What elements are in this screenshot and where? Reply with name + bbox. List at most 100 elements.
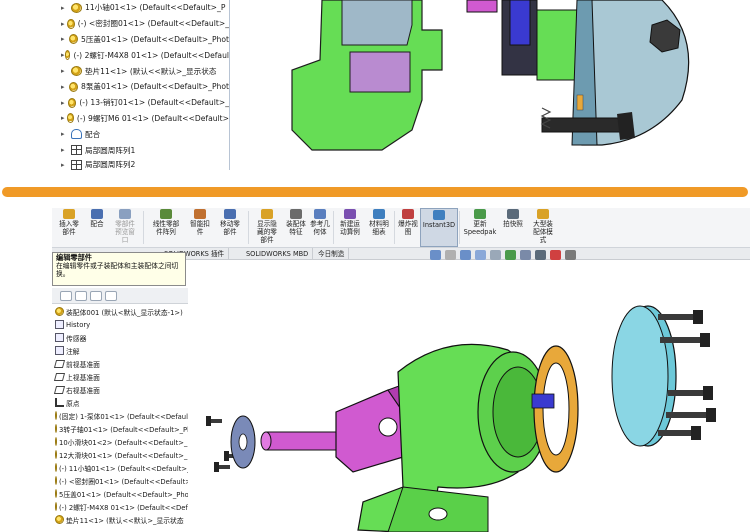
- section-view: [291, 0, 690, 151]
- tree-item[interactable]: 5压盖01<1> (Default<<Default>_Phot: [52, 487, 188, 500]
- tree-item[interactable]: (-) 11小轴01<1> (Default<<Default>_F: [52, 461, 188, 474]
- view-tool-icon[interactable]: [505, 250, 516, 260]
- tree-item[interactable]: 传感器: [52, 331, 188, 344]
- view-tool-icon[interactable]: [445, 250, 456, 260]
- view-tool-icon[interactable]: [490, 250, 501, 260]
- ribbon-button[interactable]: 新建运 动算例: [335, 208, 365, 247]
- tree-item-label: (-) 2螺钉-M4X8 01<1> (Default<<Defa: [59, 503, 188, 512]
- gear-icon: [55, 502, 57, 511]
- tree-item[interactable]: 原点: [52, 396, 188, 409]
- tree-item-label: (-) 2螺钉-M4X8 01<1> (Default<<Defaul: [73, 50, 229, 60]
- ribbon-label: 参考几 何体: [310, 220, 330, 236]
- tree-item-label: 局部圆周阵列2: [85, 160, 136, 170]
- tree-item[interactable]: 3转子轴01<1> (Default<<Default>_Ph: [52, 422, 188, 435]
- gear-icon: [68, 97, 77, 108]
- view-tool-icon[interactable]: [430, 250, 441, 260]
- tree-item[interactable]: 前视基准面: [52, 357, 188, 370]
- ribbon-button[interactable]: 材料明 细表: [365, 208, 393, 247]
- tree-item[interactable]: ▸ (-) 13-销钉01<1> (Default<<Default>_: [55, 95, 229, 111]
- expand-caret-icon[interactable]: ▸: [61, 99, 68, 107]
- ribbon-button[interactable]: 装配体 特征: [284, 208, 308, 247]
- ribbon-button[interactable]: 零部件 预览窗 口: [108, 208, 142, 247]
- tree-item[interactable]: 10小滑块01<2> (Default<<Default>_P: [52, 435, 188, 448]
- solidworks-window: 插入零 部件 配合 零部件 预览窗 口 线性零部 件阵列 智能扣 件移动零 部件 显示隐 …: [52, 208, 750, 532]
- tree-item[interactable]: ▸ 局部圆周阵列2: [55, 158, 229, 170]
- tree-item[interactable]: (-) 2螺钉-M4X8 01<1> (Default<<Defa: [52, 500, 188, 513]
- ribbon-button[interactable]: 大型装 配体模 式: [527, 208, 559, 247]
- ribbon-icon: [224, 209, 236, 219]
- tree-item[interactable]: 垫片11<1> (默认<<默认>_显示状态: [52, 513, 188, 526]
- page: ▸ 11小轴01<1> (Default<<Default>_P ▸ (-) <密封圈…: [0, 0, 750, 532]
- graphics-area[interactable]: [188, 262, 750, 532]
- ribbon-button[interactable]: 爆炸视 图: [396, 208, 420, 247]
- feature-tree-tab-icon[interactable]: [60, 290, 72, 301]
- property-tab-icon[interactable]: [75, 290, 87, 301]
- ribbon-button[interactable]: 拍快照: [499, 208, 527, 247]
- command-tab[interactable]: 今日制造: [314, 248, 350, 260]
- tree-item-label: 配合: [85, 129, 101, 139]
- ribbon-button[interactable]: 参考几 何体: [308, 208, 332, 247]
- gear-icon: [71, 66, 82, 77]
- tree-item-label: 前视基准面: [66, 360, 100, 369]
- view-tool-icon[interactable]: [535, 250, 546, 260]
- ribbon-button[interactable]: 更新 Speedpak: [461, 208, 499, 247]
- tree-item[interactable]: ▸ 11小轴01<1> (Default<<Default>_P: [55, 0, 229, 16]
- view-tool-icon[interactable]: [460, 250, 471, 260]
- ribbon-icon: [507, 209, 519, 219]
- expand-caret-icon[interactable]: ▸: [61, 83, 69, 91]
- view-tool-icon[interactable]: [520, 250, 531, 260]
- tree-root-assembly[interactable]: 装配体001 (默认<默认_显示状态-1>): [52, 305, 188, 318]
- tree-item[interactable]: ▸ 5压盖01<1> (Default<<Default>_Phot: [55, 32, 229, 48]
- tree-item[interactable]: (固定) 1-泵体01<1> (Default<<Default: [52, 409, 188, 422]
- tree-item[interactable]: ▸ (-) <密封圈01<1> (Default<<Default>_: [55, 16, 229, 32]
- view-tool-icon[interactable]: [550, 250, 561, 260]
- tree-item[interactable]: ▸ 配合: [55, 126, 229, 142]
- expand-caret-icon[interactable]: ▸: [61, 114, 67, 122]
- gear-icon: [55, 411, 57, 420]
- dimxpert-tab-icon[interactable]: [105, 290, 117, 301]
- tree-item[interactable]: 上视基准面: [52, 370, 188, 383]
- feature-manager-tabs: [52, 288, 188, 304]
- tree-item-label: 10小滑块01<2> (Default<<Default>_P: [59, 438, 188, 447]
- tree-item[interactable]: 注解: [52, 344, 188, 357]
- ribbon-button[interactable]: Instant3D: [420, 208, 458, 247]
- command-tab[interactable]: SOLIDWORKS MBD: [242, 248, 314, 260]
- tree-item[interactable]: ▸ 垫片11<1> (默认<<默认>_显示状态: [55, 63, 229, 79]
- tree-item[interactable]: 右视基准面: [52, 383, 188, 396]
- gear-icon: [55, 515, 64, 524]
- expand-caret-icon[interactable]: ▸: [61, 130, 71, 138]
- tooltip-body: 在编辑零件或子装配体和主装配体之间切换。: [56, 262, 179, 278]
- shaft-core: [509, 0, 531, 46]
- config-tab-icon[interactable]: [90, 290, 102, 301]
- ribbon-icon: [63, 209, 75, 219]
- tree-item[interactable]: ▸ (-) 2螺钉-M4X8 01<1> (Default<<Defaul: [55, 47, 229, 63]
- gear-icon: [68, 81, 78, 92]
- ribbon-label: 线性零部 件阵列: [152, 220, 180, 236]
- tree-item[interactable]: History: [52, 318, 188, 331]
- tree-item-label: (-) 9螺钉M6 01<1> (Default<<Default>: [76, 113, 229, 123]
- expand-caret-icon[interactable]: ▸: [61, 67, 71, 75]
- tree-item[interactable]: 12大滑块01<1> (Default<<Default>_P: [52, 448, 188, 461]
- ribbon-button[interactable]: 移动零 部件: [213, 208, 247, 247]
- ribbon-button[interactable]: 配合: [86, 208, 108, 247]
- expand-caret-icon[interactable]: ▸: [61, 146, 71, 154]
- tree-item[interactable]: (-) <密封圈01<1> (Default<<Default>_: [52, 474, 188, 487]
- history-icon: [55, 320, 64, 329]
- ribbon-icon: [160, 209, 172, 219]
- tree-item[interactable]: ▸ 局部圆周阵列1: [55, 142, 229, 158]
- view-tool-icon[interactable]: [475, 250, 486, 260]
- graphics-area-top[interactable]: [232, 0, 750, 178]
- gear-icon: [55, 476, 57, 485]
- ribbon-button[interactable]: 插入零 部件: [52, 208, 86, 247]
- ribbon-button[interactable]: 智能扣 件: [187, 208, 213, 247]
- view-tool-icon[interactable]: [565, 250, 576, 260]
- ribbon-button[interactable]: 线性零部 件阵列: [145, 208, 187, 247]
- plane-icon: [53, 385, 66, 394]
- expand-caret-icon[interactable]: ▸: [61, 161, 71, 169]
- tree-item[interactable]: ▸ (-) 9螺钉M6 01<1> (Default<<Default>: [55, 111, 229, 127]
- plane-icon: [53, 359, 66, 368]
- expand-caret-icon[interactable]: ▸: [61, 35, 69, 43]
- ribbon-button[interactable]: 显示隐 藏的零 部件: [250, 208, 284, 247]
- tree-item[interactable]: ▸ 8泵盖01<1> (Default<<Default>_Phot: [55, 79, 229, 95]
- expand-caret-icon[interactable]: ▸: [61, 4, 71, 12]
